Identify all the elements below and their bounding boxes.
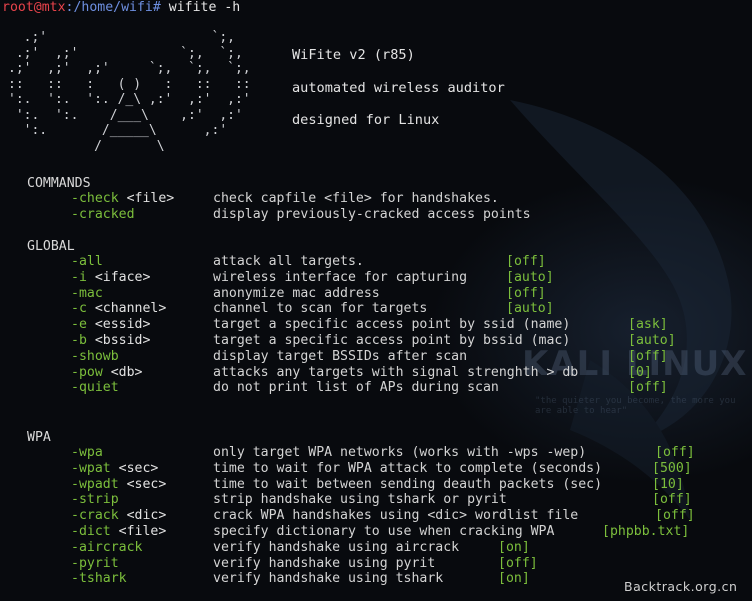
option-default-value: [ask] — [628, 317, 668, 333]
option-description: strip handshake using tshark or pyrit — [213, 492, 507, 508]
option-default-value: [off] — [655, 508, 695, 524]
prompt-user-host: root@mtx — [2, 0, 66, 15]
option-flag: -aircrack — [71, 539, 143, 555]
option-flag: -cracked — [71, 207, 135, 222]
option-default-value: [off] — [628, 380, 668, 396]
option-description: target a specific access point by bssid … — [213, 333, 571, 348]
option-flag: -i <iface> — [71, 269, 151, 285]
option-default-value: [off] — [655, 445, 695, 460]
option-description: verify handshake using tshark — [213, 571, 444, 587]
option-flag: -wpadt <sec> — [71, 476, 167, 492]
option-flag: -tshark — [71, 571, 127, 587]
option-description: attack all targets. — [213, 254, 364, 269]
option-flag: -b <bssid> — [71, 333, 151, 348]
option-description: target a specific access point by ssid (… — [213, 317, 571, 333]
option-description: do not print list of APs during scan — [213, 380, 499, 396]
option-default-value: [on] — [498, 571, 530, 587]
option-flag: -check <file> — [71, 191, 175, 206]
section-heading-wpa: WPA — [27, 430, 51, 445]
banner-title: WiFite v2 (r85) — [292, 47, 415, 63]
option-description: only target WPA networks (works with -wp… — [213, 445, 587, 460]
option-default-value: [phpbb.txt] — [602, 524, 690, 539]
terminal-prompt: root@mtx:/home/wifi# wifite -h — [2, 0, 240, 16]
kali-linux-tagline: "the quieter you become, the more you ar… — [535, 396, 736, 416]
option-description: time to wait for WPA attack to complete … — [213, 460, 603, 476]
option-flag: -pow <db> — [71, 364, 143, 380]
option-default-value: [auto] — [506, 301, 554, 317]
option-default-value: [10] — [652, 476, 684, 492]
option-default-value: [auto] — [506, 269, 554, 285]
option-description: time to wait between sending deauth pack… — [213, 476, 603, 492]
option-description: channel to scan for targets — [213, 301, 428, 317]
prompt-command: wifite -h — [160, 0, 241, 15]
option-flag: -wpa — [71, 445, 103, 460]
option-default-value: [off] — [652, 492, 692, 508]
banner-subtitle: automated wireless auditor — [292, 80, 505, 96]
option-description: wireless interface for capturing — [213, 269, 468, 285]
option-default-value: [off] — [628, 348, 668, 364]
section-heading-commands: COMMANDS — [27, 176, 91, 191]
option-description: check capfile <file> for handshakes. — [213, 191, 499, 206]
option-default-value: [on] — [498, 539, 530, 555]
option-description: verify handshake using aircrack — [213, 539, 460, 555]
option-description: verify handshake using pyrit — [213, 555, 436, 571]
option-default-value: [500] — [652, 460, 692, 476]
option-flag: -showb — [71, 348, 119, 364]
option-flag: -c <channel> — [71, 301, 167, 317]
option-default-value: [0] — [628, 364, 652, 380]
option-flag: -e <essid> — [71, 317, 151, 333]
option-description: display previously-cracked access points — [213, 207, 531, 222]
option-default-value: [off] — [506, 254, 546, 269]
option-flag: -mac — [71, 285, 103, 301]
option-flag: -wpat <sec> — [71, 460, 159, 476]
option-flag: -dict <file> — [71, 524, 167, 539]
option-default-value: [off] — [498, 555, 538, 571]
option-flag: -all — [71, 254, 103, 269]
option-description: display target BSSIDs after scan — [213, 348, 468, 364]
option-flag: -pyrit — [71, 555, 119, 571]
site-watermark: Backtrack.org.cn — [624, 579, 738, 594]
option-default-value: [auto] — [628, 333, 676, 348]
wifite-ascii-antenna-logo: .;' `;, .;' ,;' `;, `;, .;' ,;' ,;' `;, … — [8, 30, 251, 154]
option-description: anonymize mac address — [213, 285, 380, 301]
option-description: crack WPA handshakes using <dic> wordlis… — [213, 508, 579, 524]
option-description: attacks any targets with signal strenght… — [213, 364, 579, 380]
section-heading-global: GLOBAL — [27, 239, 75, 254]
option-default-value: [off] — [506, 285, 546, 301]
prompt-path: :/home/wifi# — [65, 0, 161, 15]
option-flag: -quiet — [71, 380, 119, 396]
option-description: specify dictionary to use when cracking … — [213, 524, 555, 539]
option-flag: -crack <dic> — [71, 508, 167, 524]
option-flag: -strip — [71, 492, 119, 508]
banner-platform: designed for Linux — [292, 112, 440, 128]
